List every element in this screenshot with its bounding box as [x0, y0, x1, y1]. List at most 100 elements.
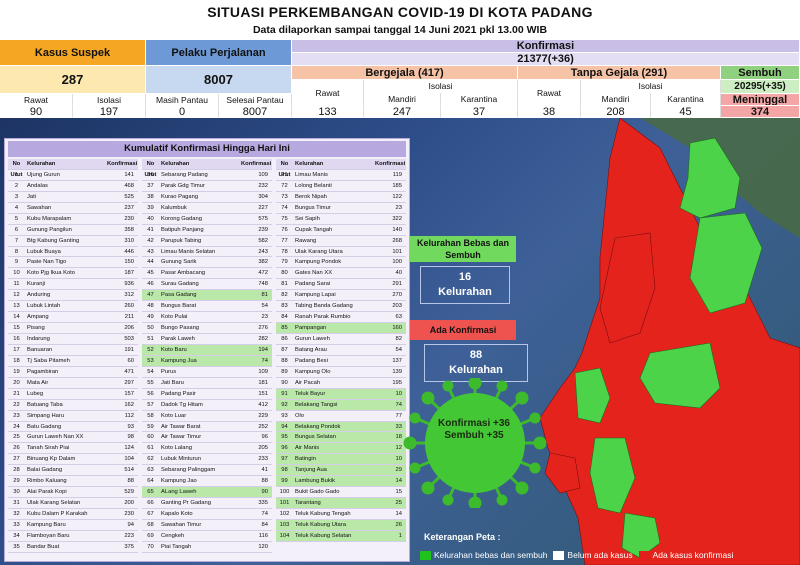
row-konfirmasi: 150 — [124, 259, 134, 266]
table-row: 66 Ganting Pr Gadang 335 — [142, 498, 272, 509]
row-konfirmasi: 181 — [258, 379, 268, 386]
row-no: 84 — [281, 314, 288, 321]
row-kelurahan: Teluk Kabung Utara — [295, 521, 346, 528]
row-no: 40 — [147, 215, 154, 222]
red-swatch — [638, 551, 650, 561]
table-row: 9 Pasie Nan Tigo 150 — [8, 257, 138, 269]
row-no: 33 — [13, 521, 20, 528]
table-row: 25 Gurun Laweh Nan XX 98 — [8, 432, 138, 444]
row-kelurahan: Ulak Karang Selatan — [27, 500, 81, 507]
row-kelurahan: Padang Besi — [295, 357, 328, 364]
row-kelurahan: Berok Nipah — [295, 193, 327, 200]
stats-panel: Kasus Suspek 287 Rawat Isolasi 90 197 Pe… — [0, 40, 800, 118]
row-konfirmasi: 514 — [124, 467, 134, 474]
row-kelurahan: Koto Pulai — [161, 314, 188, 321]
row-konfirmasi: 23 — [395, 204, 402, 211]
meninggal-label: Meninggal — [721, 94, 800, 106]
row-konfirmasi: 529 — [124, 489, 134, 496]
table-row: 55 Jati Baru 181 — [142, 378, 272, 389]
bergejala-rawat-value: 133 — [292, 106, 364, 118]
table-row: 44 Gunung Sarik 382 — [142, 257, 272, 269]
row-konfirmasi: 229 — [258, 412, 268, 419]
legend-item-green: Kelurahan bebas dan sembuh — [420, 550, 547, 561]
row-konfirmasi: 122 — [392, 193, 402, 200]
row-no: 68 — [147, 521, 154, 528]
row-konfirmasi: 748 — [258, 281, 268, 288]
row-kelurahan: Padang Pasir — [161, 390, 196, 397]
row-kelurahan: Air Pacah — [295, 379, 321, 386]
row-konfirmasi: 139 — [392, 368, 402, 375]
row-kelurahan: Lubuk Minturun — [161, 456, 201, 463]
row-konfirmasi: 239 — [258, 226, 268, 233]
table-column-2: No Urut Kelurahan Konfirmasi 36 Sebarang … — [142, 159, 272, 553]
table-row: 2 Andalas 468 — [8, 181, 138, 192]
row-konfirmasi: 223 — [124, 532, 134, 539]
konfirmasi-value: 21377(+36) — [292, 53, 800, 66]
free-kelurahan-unit: Kelurahan — [438, 286, 492, 298]
table-row: 14 Ampang 211 — [8, 312, 138, 324]
table-column-1: No Urut Kelurahan Konfirmasi 1 Ujung Guru… — [8, 159, 138, 553]
row-no: 21 — [13, 390, 20, 397]
row-no: 74 — [281, 204, 288, 211]
row-no: 86 — [281, 336, 288, 342]
row-konfirmasi: 81 — [261, 292, 268, 299]
row-no: 1 — [14, 171, 19, 178]
row-no: 93 — [281, 412, 288, 419]
table-row: 82 Kampung Lapai 270 — [276, 290, 406, 302]
row-kelurahan: Air Tawar Timur — [161, 434, 202, 441]
row-no: 35 — [13, 543, 20, 550]
row-konfirmasi: 124 — [124, 445, 134, 452]
table-row: 77 Rawang 268 — [276, 236, 406, 247]
row-no: 63 — [147, 467, 154, 474]
row-no: 64 — [147, 478, 154, 485]
white-swatch — [553, 551, 565, 561]
suspek-rawat-value: 90 — [0, 106, 73, 118]
tanpa-gejala-karantina-label: Karantina — [651, 93, 721, 106]
row-konfirmasi: 90 — [261, 489, 268, 496]
selesai-pantau-label: Selesai Pantau — [219, 94, 292, 106]
row-konfirmasi: 282 — [258, 336, 268, 342]
table-row: 24 Batu Gadang 93 — [8, 422, 138, 433]
header-kelurahan: Kelurahan — [295, 161, 324, 167]
row-no: 78 — [281, 248, 288, 255]
free-kelurahan-label: Kelurahan Bebas dan Sembuh — [410, 236, 516, 262]
row-konfirmasi: 98 — [127, 434, 134, 441]
table-row: 86 Gurun Laweh 82 — [276, 334, 406, 345]
row-kelurahan: Kampung Baru — [27, 521, 66, 528]
table-header: No Urut Kelurahan Konfirmasi — [142, 159, 272, 178]
table-row: 93 Olo 77 — [276, 411, 406, 422]
row-no: 54 — [147, 368, 154, 375]
header-kelurahan: Kelurahan — [27, 161, 56, 167]
row-no: 45 — [147, 270, 154, 277]
table-row: 72 Lolong Belanti 185 — [276, 181, 406, 192]
row-no: 83 — [281, 303, 288, 310]
table-row: 76 Cupak Tangah 140 — [276, 225, 406, 236]
row-kelurahan: Koto Pjg Ikua Koto — [27, 270, 76, 277]
row-no: 52 — [147, 346, 154, 353]
table-row: 34 Flamboyan Baru 223 — [8, 531, 138, 542]
row-kelurahan: Bungus Selatan — [295, 434, 336, 441]
row-no: 100 — [279, 489, 290, 496]
selesai-pantau-value: 8007 — [219, 106, 292, 118]
row-kelurahan: Ujung Gurun — [27, 171, 60, 178]
table-row: 35 Bandar Buat 375 — [8, 542, 138, 553]
row-kelurahan: Pagambiran — [27, 368, 59, 375]
row-kelurahan: Sei Sapih — [295, 215, 320, 222]
table-row: 39 Kalumbuk 227 — [142, 203, 272, 214]
suspek-isolasi-label: Isolasi — [73, 94, 146, 106]
row-no: 46 — [147, 281, 154, 288]
row-konfirmasi: 582 — [258, 237, 268, 244]
row-kelurahan: Lubuk Lintah — [27, 303, 61, 310]
row-no: 30 — [13, 489, 20, 496]
row-kelurahan: Ampang — [27, 314, 49, 321]
row-kelurahan: Kampung Olo — [295, 368, 331, 375]
row-konfirmasi: 297 — [124, 379, 134, 386]
row-konfirmasi: 503 — [124, 336, 134, 342]
row-konfirmasi: 252 — [258, 423, 268, 430]
row-kelurahan: Kampung Lapai — [295, 292, 336, 299]
row-no: 70 — [147, 543, 154, 550]
row-no: 14 — [13, 314, 20, 321]
table-header: No Urut Kelurahan Konfirmasi — [276, 159, 406, 178]
row-no: 3 — [14, 193, 19, 200]
row-kelurahan: Gates Nan XX — [295, 270, 333, 277]
